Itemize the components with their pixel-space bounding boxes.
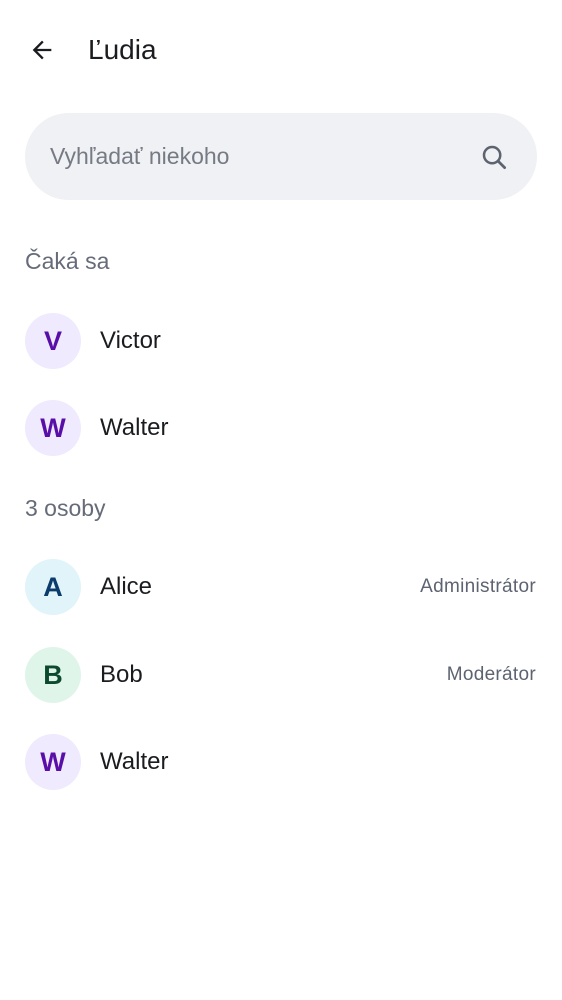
avatar: W [25,400,81,456]
member-name: Alice [100,573,153,600]
search-field[interactable] [25,113,537,200]
member-name: Bob [100,661,143,688]
list-item-pending-member[interactable]: V Victor [0,301,562,381]
avatar: B [25,647,81,703]
page-title: Ľudia [88,34,157,65]
avatar: V [25,313,81,369]
section-header-members: 3 osoby [25,495,106,521]
back-button[interactable] [18,26,66,74]
member-name: Walter [100,414,169,441]
list-item-member[interactable]: A Alice Administrátor [0,547,562,627]
search-icon[interactable] [479,142,509,172]
member-role-label: Moderátor [446,664,536,685]
list-item-pending-member[interactable]: W Walter [0,388,562,468]
member-name: Victor [100,327,161,354]
search-input[interactable] [50,113,470,200]
member-role-label: Administrátor [420,576,536,597]
avatar: A [25,559,81,615]
list-item-member[interactable]: B Bob Moderátor [0,635,562,715]
section-header-pending: Čaká sa [25,248,110,274]
arrow-back-icon [32,40,52,60]
member-name: Walter [100,748,169,775]
avatar: W [25,734,81,790]
list-item-member[interactable]: W Walter [0,722,562,802]
top-app-bar: Ľudia [0,0,562,100]
